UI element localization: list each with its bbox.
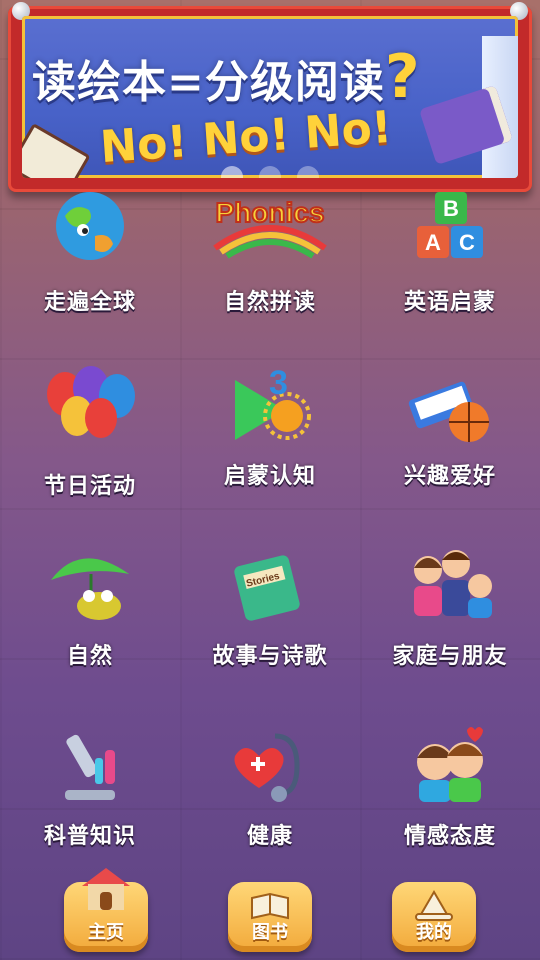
category-label: 健康 bbox=[246, 824, 293, 849]
category-cognition[interactable]: 3 启蒙认知 bbox=[190, 360, 350, 490]
carousel-indicator bbox=[22, 166, 518, 178]
family-icon bbox=[400, 540, 500, 630]
nav-books[interactable]: 图书 bbox=[228, 882, 312, 952]
category-health[interactable]: 健康 bbox=[190, 720, 350, 850]
category-label: 走遍全球 bbox=[43, 290, 136, 315]
category-stories[interactable]: Stories 故事与诗歌 bbox=[190, 540, 350, 670]
balloons-icon bbox=[35, 360, 145, 460]
abc-blocks-icon: BAC bbox=[405, 186, 495, 276]
nav-home[interactable]: 主页 bbox=[64, 868, 148, 952]
category-label: 科普知识 bbox=[43, 824, 136, 849]
microscope-icon bbox=[45, 720, 135, 810]
heart-stethoscope-icon bbox=[225, 720, 315, 810]
category-label: 家庭与朋友 bbox=[392, 644, 508, 669]
category-label: 故事与诗歌 bbox=[212, 644, 328, 669]
category-science[interactable]: 科普知识 bbox=[10, 720, 170, 850]
category-nature[interactable]: 自然 bbox=[10, 540, 170, 670]
house-icon bbox=[78, 864, 134, 916]
category-family[interactable]: 家庭与朋友 bbox=[370, 540, 530, 670]
nav-label: 图书 bbox=[252, 922, 288, 943]
category-label: 兴趣爱好 bbox=[403, 464, 496, 489]
promo-banner[interactable]: 读绘本=分级阅读? No! No! No! bbox=[8, 2, 532, 192]
category-hobbies[interactable]: 兴趣爱好 bbox=[370, 360, 530, 490]
carousel-dot[interactable] bbox=[297, 166, 319, 178]
banner-subtitle: No! No! No! bbox=[98, 101, 394, 174]
nav-mine[interactable]: 我的 bbox=[392, 882, 476, 952]
number-sun-icon: 3 bbox=[225, 360, 315, 450]
globe-icon bbox=[45, 186, 135, 276]
category-label: 启蒙认知 bbox=[223, 464, 316, 489]
kids-emotion-icon bbox=[405, 720, 495, 810]
banner-panel[interactable]: 读绘本=分级阅读? No! No! No! bbox=[22, 16, 518, 178]
frog-leaf-icon bbox=[45, 540, 135, 630]
category-label: 节日活动 bbox=[43, 474, 136, 499]
piano-ball-icon bbox=[405, 360, 495, 450]
category-label: 自然 bbox=[66, 644, 113, 669]
block-letter-a: A bbox=[425, 230, 441, 255]
svg-text:3: 3 bbox=[269, 364, 288, 402]
category-label: 情感态度 bbox=[403, 824, 496, 849]
block-letter-c: C bbox=[459, 230, 475, 255]
category-festival[interactable]: 节日活动 bbox=[10, 360, 170, 500]
storybook-icon: Stories bbox=[225, 540, 315, 630]
category-label: 英语启蒙 bbox=[403, 290, 496, 315]
carousel-dot[interactable] bbox=[221, 166, 243, 178]
category-english[interactable]: BAC 英语启蒙 bbox=[370, 186, 530, 316]
banner-title: 读绘本=分级阅读? bbox=[32, 42, 421, 112]
category-label: 自然拼读 bbox=[223, 290, 316, 315]
block-letter-b: B bbox=[443, 196, 459, 221]
category-phonics[interactable]: Phonics 自然拼读 bbox=[190, 186, 350, 316]
category-world[interactable]: 走遍全球 bbox=[10, 186, 170, 316]
nav-label: 我的 bbox=[416, 922, 452, 943]
category-emotion[interactable]: 情感态度 bbox=[370, 720, 530, 850]
nav-label: 主页 bbox=[88, 922, 124, 943]
phonics-text: Phonics bbox=[216, 197, 325, 228]
carousel-dot[interactable] bbox=[259, 166, 281, 178]
phonics-rainbow-icon: Phonics bbox=[195, 186, 345, 276]
